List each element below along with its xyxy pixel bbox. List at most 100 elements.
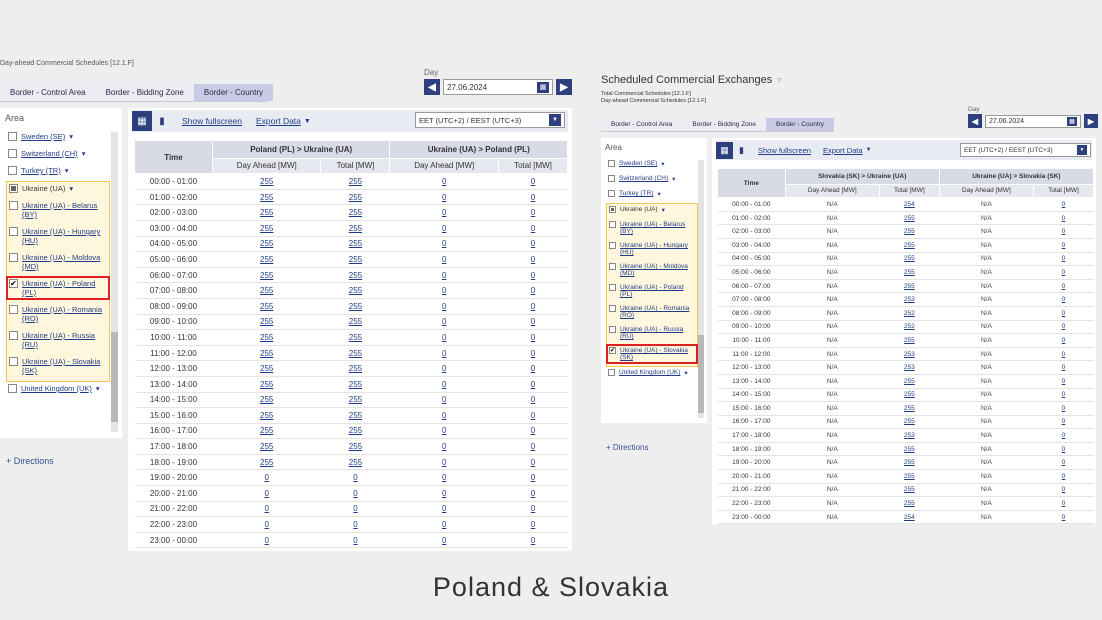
value-link[interactable]: 0 [498, 189, 568, 206]
value-link[interactable]: 0 [389, 485, 499, 502]
value-link[interactable]: 0 [320, 532, 390, 549]
area-checkbox[interactable] [9, 227, 18, 236]
value-link[interactable]: 255 [879, 374, 940, 389]
area-item[interactable]: Ukraine (UA) ▾ [607, 204, 697, 216]
value-link[interactable]: 0 [320, 501, 390, 518]
chevron-down-icon[interactable]: ▾ [661, 160, 664, 168]
area-item[interactable]: Turkey (TR) ▾ [6, 164, 110, 177]
area-checkbox[interactable] [9, 305, 18, 314]
area-item[interactable]: Switzerland (CH) ▾ [606, 173, 698, 185]
value-link[interactable]: 0 [1033, 347, 1094, 362]
value-link[interactable]: 0 [1033, 306, 1094, 321]
area-checkbox[interactable] [8, 132, 17, 141]
value-link[interactable]: 0 [1033, 279, 1094, 294]
value-link[interactable]: 0 [1033, 455, 1094, 471]
area-checkbox[interactable] [8, 166, 17, 175]
value-link[interactable]: 0 [498, 392, 568, 409]
value-link[interactable]: 255 [212, 251, 321, 268]
value-link[interactable]: 255 [320, 360, 390, 377]
value-link[interactable]: 255 [879, 469, 940, 484]
value-link[interactable]: 254 [879, 197, 940, 212]
directions-toggle[interactable]: + Directions [606, 443, 648, 452]
area-checkbox[interactable] [8, 384, 17, 393]
value-link[interactable]: 0 [1033, 265, 1094, 280]
value-link[interactable]: 255 [320, 454, 390, 471]
value-link[interactable]: 0 [1033, 320, 1094, 335]
value-link[interactable]: 255 [320, 438, 390, 455]
value-link[interactable]: 0 [498, 236, 568, 253]
value-link[interactable]: 0 [1033, 252, 1094, 267]
date-input[interactable]: 27.06.2024 ▦ [443, 79, 553, 95]
value-link[interactable]: 0 [389, 173, 499, 190]
area-checkbox[interactable] [9, 201, 18, 210]
value-link[interactable]: 0 [1033, 469, 1094, 484]
area-item[interactable]: Sweden (SE) ▾ [606, 158, 698, 170]
area-item[interactable]: Ukraine (UA) - Poland (PL) [607, 282, 697, 300]
value-link[interactable]: 0 [1033, 374, 1094, 389]
chevron-down-icon[interactable]: ▾ [96, 384, 100, 393]
chart-view-icon[interactable]: ▮ [152, 111, 172, 131]
value-link[interactable]: 0 [498, 329, 568, 346]
value-link[interactable]: 0 [389, 407, 499, 424]
value-link[interactable]: 0 [1033, 496, 1094, 511]
value-link[interactable]: 0 [212, 532, 321, 549]
value-link[interactable]: 255 [212, 282, 321, 299]
value-link[interactable]: 0 [1033, 333, 1094, 348]
value-link[interactable]: 255 [320, 392, 390, 409]
area-item[interactable]: Ukraine (UA) - Slovakia (SK) [7, 355, 109, 377]
area-checkbox[interactable] [8, 149, 17, 158]
value-link[interactable]: 255 [212, 345, 321, 362]
tab-border-control-area[interactable]: Border - Control Area [0, 84, 96, 101]
tab-border-bidding-zone[interactable]: Border - Bidding Zone [682, 118, 766, 131]
scroll-thumb[interactable] [698, 335, 704, 413]
value-link[interactable]: 255 [320, 423, 390, 440]
area-checkbox[interactable] [609, 284, 616, 291]
area-item[interactable]: Ukraine (UA) - Belarus (BY) [607, 219, 697, 237]
calendar-icon[interactable]: ▦ [1067, 116, 1077, 126]
calendar-icon[interactable]: ▦ [537, 81, 549, 93]
value-link[interactable]: 255 [879, 252, 940, 267]
tab-border-country[interactable]: Border - Country [766, 118, 835, 131]
chevron-down-icon[interactable]: ▾ [65, 166, 69, 175]
area-checkbox[interactable]: ✔ [609, 347, 616, 354]
value-link[interactable]: 0 [1033, 238, 1094, 253]
value-link[interactable]: 0 [389, 314, 499, 331]
export-data-link[interactable]: Export Data [256, 116, 301, 126]
value-link[interactable]: 0 [1033, 442, 1094, 457]
value-link[interactable]: 255 [212, 376, 321, 393]
value-link[interactable]: 0 [498, 220, 568, 237]
value-link[interactable]: 255 [212, 298, 321, 315]
value-link[interactable]: 255 [320, 329, 390, 346]
value-link[interactable]: 0 [1033, 415, 1094, 430]
area-scrollbar[interactable] [698, 160, 704, 418]
area-item[interactable]: Ukraine (UA) - Russia (RU) [607, 324, 697, 342]
value-link[interactable]: 0 [389, 392, 499, 409]
value-link[interactable]: 255 [320, 220, 390, 237]
next-day-button[interactable]: ▶ [556, 79, 572, 95]
area-item[interactable]: ✔ Ukraine (UA) - Slovakia (SK) [606, 344, 698, 364]
value-link[interactable]: 0 [389, 251, 499, 268]
value-link[interactable]: 253 [879, 347, 940, 362]
area-item[interactable]: United Kingdom (UK) ▾ [6, 382, 110, 395]
area-checkbox[interactable] [608, 369, 615, 376]
value-link[interactable]: 255 [320, 282, 390, 299]
value-link[interactable]: 252 [879, 306, 940, 321]
timezone-select[interactable]: EET (UTC+2) / EEST (UTC+3) ▼ [415, 112, 565, 128]
value-link[interactable]: 0 [498, 298, 568, 315]
value-link[interactable]: 0 [389, 236, 499, 253]
value-link[interactable]: 253 [879, 360, 940, 375]
value-link[interactable]: 0 [1033, 360, 1094, 375]
show-fullscreen-link[interactable]: Show fullscreen [758, 146, 811, 155]
chevron-down-icon[interactable]: ▾ [69, 184, 73, 193]
value-link[interactable]: 255 [879, 224, 940, 239]
tab-border-country[interactable]: Border - Country [193, 84, 273, 101]
value-link[interactable]: 255 [879, 415, 940, 430]
value-link[interactable]: 255 [212, 360, 321, 377]
value-link[interactable]: 255 [879, 496, 940, 511]
chevron-down-icon[interactable]: ▾ [672, 175, 675, 183]
directions-toggle[interactable]: + Directions [6, 456, 54, 466]
area-item[interactable]: Ukraine (UA) - Hungary (HU) [7, 225, 109, 247]
value-link[interactable]: 255 [212, 329, 321, 346]
timezone-select[interactable]: EET (UTC+2) / EEST (UTC+3) ▼ [960, 143, 1091, 157]
value-link[interactable]: 0 [389, 532, 499, 549]
